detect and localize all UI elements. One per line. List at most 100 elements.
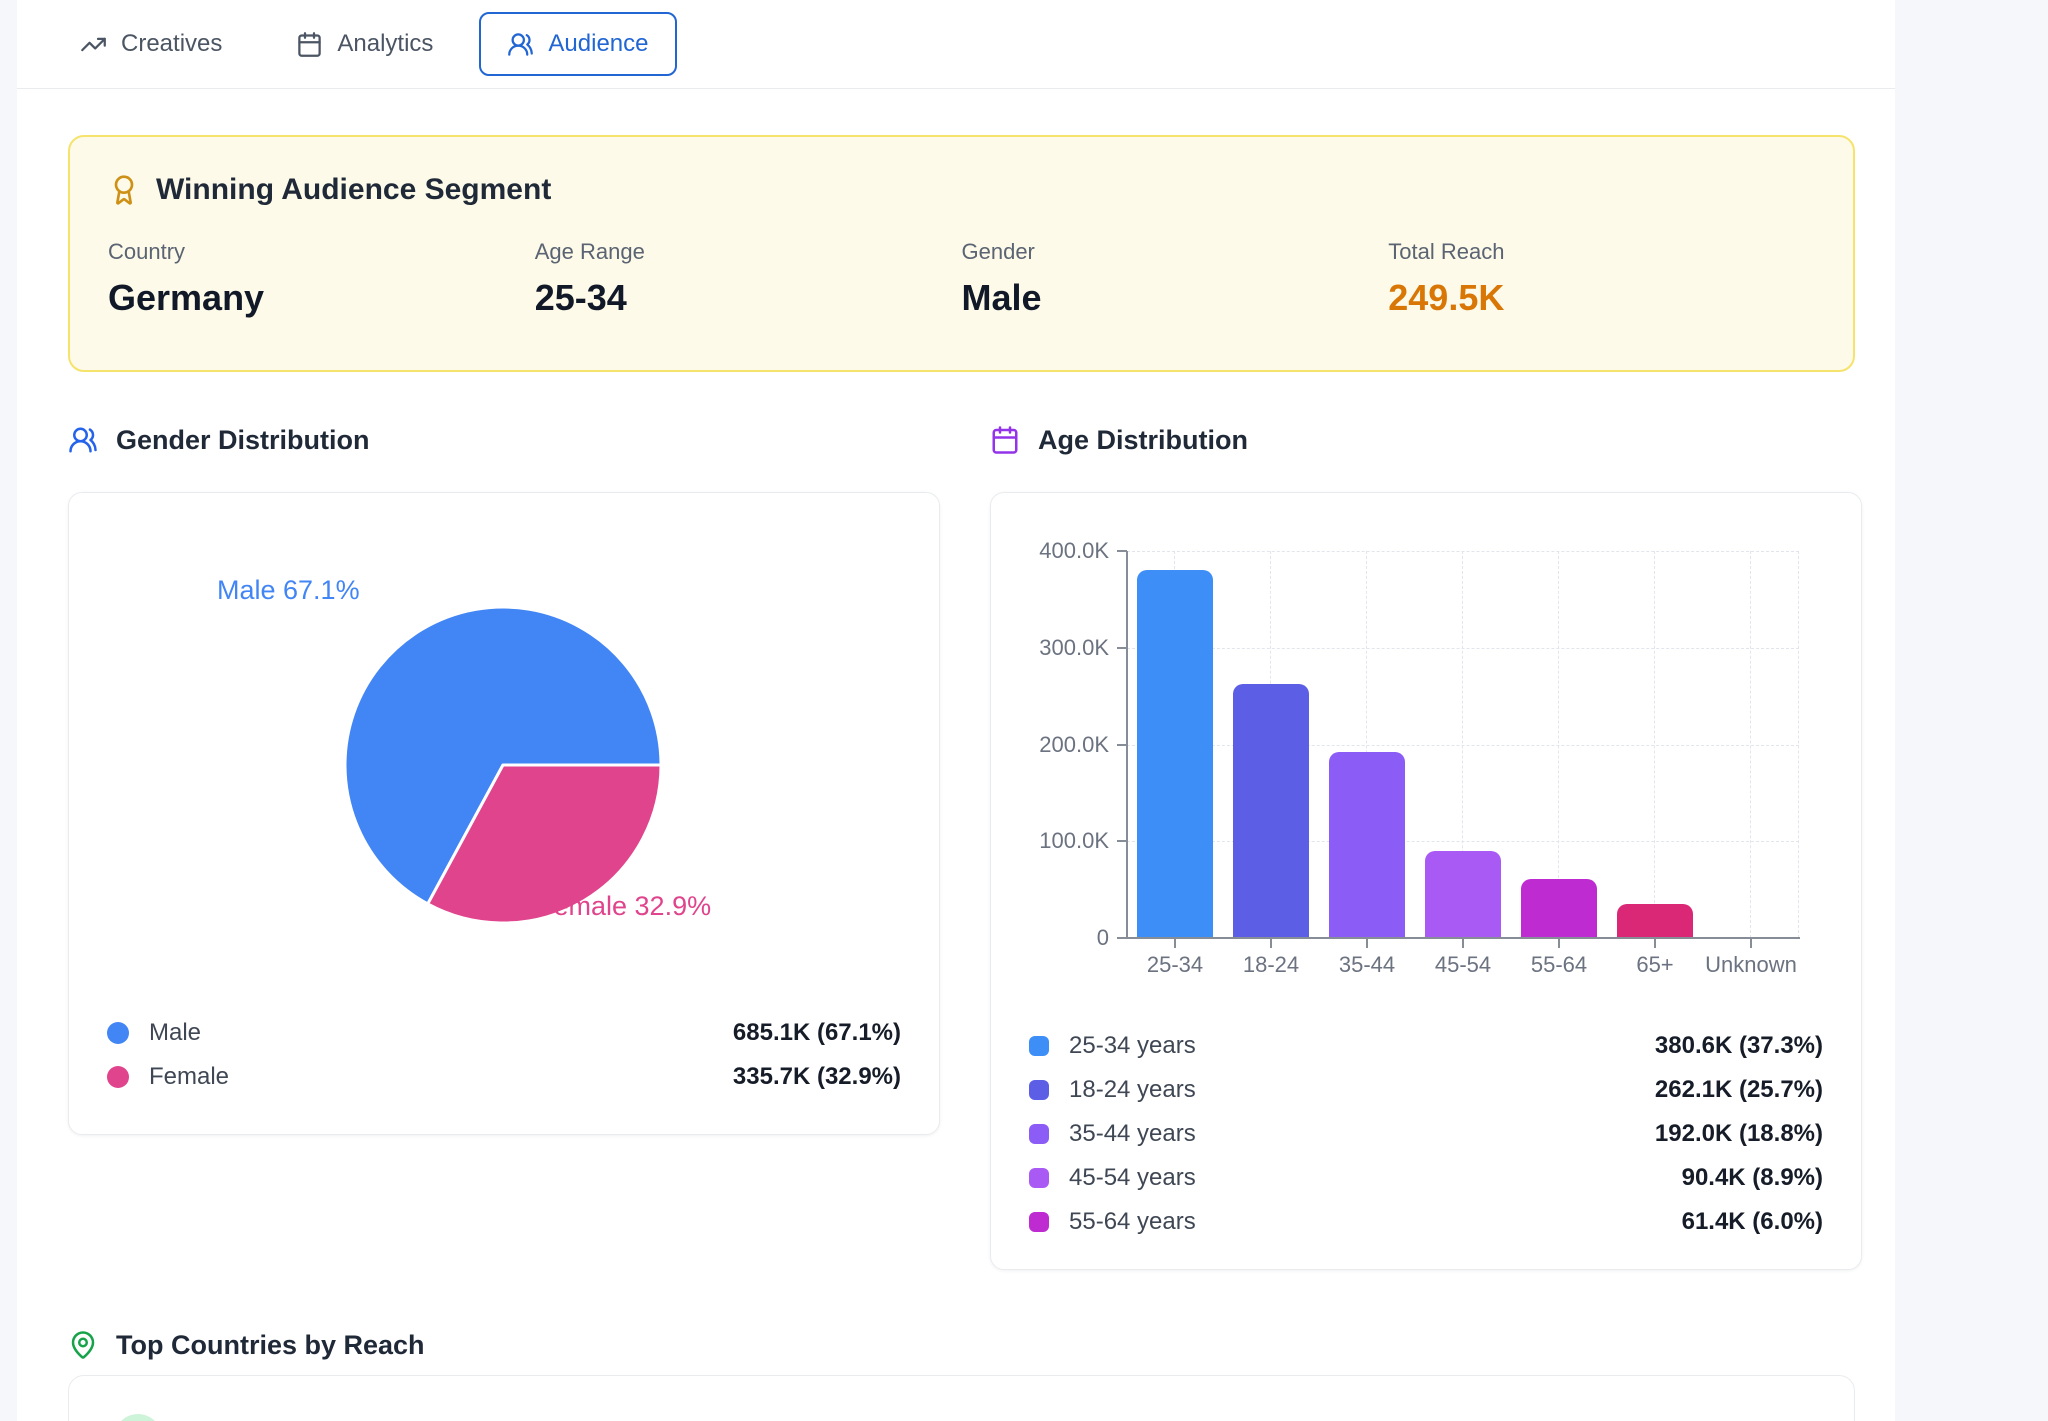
age-55-64-swatch [1029,1212,1049,1232]
legend-label: 25-34 years [1069,1032,1196,1060]
bar-45-54 [1425,851,1501,938]
gridline-v-right-edge [1798,551,1799,938]
bar-18-24 [1233,684,1309,938]
field-value: Germany [108,277,535,319]
segment-field-gender: Gender Male [962,239,1389,319]
winning-segment-header: Winning Audience Segment [108,173,1815,207]
legend-value: 380.6K (37.3%) [1655,1032,1823,1060]
pie-label-female: Female 32.9% [537,891,711,922]
x-axis-tick-mark [1366,939,1368,948]
legend-row-45-54: 45-54 years 90.4K (8.9%) [991,1156,1861,1200]
gridline-h-100.0K [1127,841,1799,842]
users-icon [507,31,534,58]
bar-35-44 [1329,752,1405,938]
winning-segment-fields: Country Germany Age Range 25-34 Gender M… [108,239,1815,319]
legend-value: 192.0K (18.8%) [1655,1120,1823,1148]
legend-value: 335.7K (32.9%) [733,1063,901,1091]
female-legend-swatch [107,1066,129,1088]
age-35-44-swatch [1029,1124,1049,1144]
legend-row-male: Male 685.1K (67.1%) [69,1011,939,1055]
bar-65+ [1617,904,1693,938]
y-axis-tick-label: 200.0K [991,732,1109,758]
age-25-34-swatch [1029,1036,1049,1056]
legend-value: 90.4K (8.9%) [1682,1164,1823,1192]
calendar-icon [296,31,323,58]
y-axis-tick-label: 400.0K [991,538,1109,564]
top-countries-card [68,1375,1855,1421]
field-label: Country [108,239,535,265]
y-axis-tick-label: 300.0K [991,635,1109,661]
age-18-24-swatch [1029,1080,1049,1100]
legend-row-female: Female 335.7K (32.9%) [69,1055,939,1099]
field-value-highlight: 249.5K [1388,277,1815,319]
winning-segment-title: Winning Audience Segment [156,173,551,207]
tab-label: Audience [548,30,648,58]
x-axis-tick-mark [1654,939,1656,948]
age-45-54-swatch [1029,1168,1049,1188]
section-title: Age Distribution [1038,425,1248,456]
gender-legend: Male 685.1K (67.1%) Female 335.7K (32.9%… [69,1011,939,1099]
y-axis-line [1126,551,1128,938]
age-distribution-card: 400.0K300.0K200.0K100.0K025-3418-2435-44… [990,492,1862,1270]
legend-label: 45-54 years [1069,1164,1196,1192]
male-legend-swatch [107,1022,129,1044]
segment-field-total-reach: Total Reach 249.5K [1388,239,1815,319]
section-title: Top Countries by Reach [116,1330,425,1361]
x-axis-tick-mark [1558,939,1560,948]
calendar-icon [990,425,1020,455]
users-icon [68,425,98,455]
legend-label: 35-44 years [1069,1120,1196,1148]
gridline-v-65+ [1654,551,1655,938]
legend-label: Male [149,1019,201,1047]
audience-dashboard: Creatives Analytics Audience [0,0,2048,1421]
gridline-h-400.0K [1127,551,1799,552]
age-legend: 25-34 years 380.6K (37.3%) 18-24 years 2… [991,1024,1861,1244]
legend-value: 262.1K (25.7%) [1655,1076,1823,1104]
winning-segment-card: Winning Audience Segment Country Germany… [68,135,1855,372]
legend-row-18-24: 18-24 years 262.1K (25.7%) [991,1068,1861,1112]
y-axis-tick-label: 100.0K [991,828,1109,854]
field-label: Gender [962,239,1389,265]
legend-label: Female [149,1063,229,1091]
x-axis-tick-mark [1750,939,1752,948]
tab-analytics[interactable]: Analytics [268,12,461,76]
gender-distribution-card: Male 67.1% Female 32.9% Male 685.1K (67.1… [68,492,940,1135]
gender-pie-chart: Male 67.1% Female 32.9% [69,493,941,998]
legend-label: 18-24 years [1069,1076,1196,1104]
section-title: Gender Distribution [116,425,370,456]
trending-up-icon [80,31,107,58]
tab-label: Creatives [121,30,222,58]
field-value: Male [962,277,1389,319]
age-section-header: Age Distribution [990,420,1248,460]
legend-row-55-64: 55-64 years 61.4K (6.0%) [991,1200,1861,1244]
bar-55-64 [1521,879,1597,938]
country-rank-badge [114,1414,162,1421]
age-bar-chart: 400.0K300.0K200.0K100.0K025-3418-2435-44… [991,493,1863,998]
field-value: 25-34 [535,277,962,319]
field-label: Total Reach [1388,239,1815,265]
legend-label: 55-64 years [1069,1208,1196,1236]
segment-field-age-range: Age Range 25-34 [535,239,962,319]
legend-row-35-44: 35-44 years 192.0K (18.8%) [991,1112,1861,1156]
x-axis-tick-mark [1462,939,1464,948]
y-axis-tick-label: 0 [991,925,1109,951]
gridline-h-300.0K [1127,648,1799,649]
tab-bar: Creatives Analytics Audience [17,0,1895,89]
segment-field-country: Country Germany [108,239,535,319]
legend-value: 685.1K (67.1%) [733,1019,901,1047]
bar-25-34 [1137,570,1213,938]
tab-label: Analytics [337,30,433,58]
pie-label-male: Male 67.1% [217,575,360,606]
top-countries-section-header: Top Countries by Reach [68,1325,425,1365]
field-label: Age Range [535,239,962,265]
x-axis-tick-mark [1174,939,1176,948]
pie-chart-canvas [69,493,941,998]
x-axis-tick-label-Unknown: Unknown [1686,952,1816,978]
tab-creatives[interactable]: Creatives [52,12,250,76]
gender-section-header: Gender Distribution [68,420,370,460]
tab-audience[interactable]: Audience [479,12,676,76]
gridline-v-Unknown [1750,551,1751,938]
main-panel: Creatives Analytics Audience [17,0,1895,1421]
x-axis-tick-mark [1270,939,1272,948]
award-icon [108,174,140,206]
